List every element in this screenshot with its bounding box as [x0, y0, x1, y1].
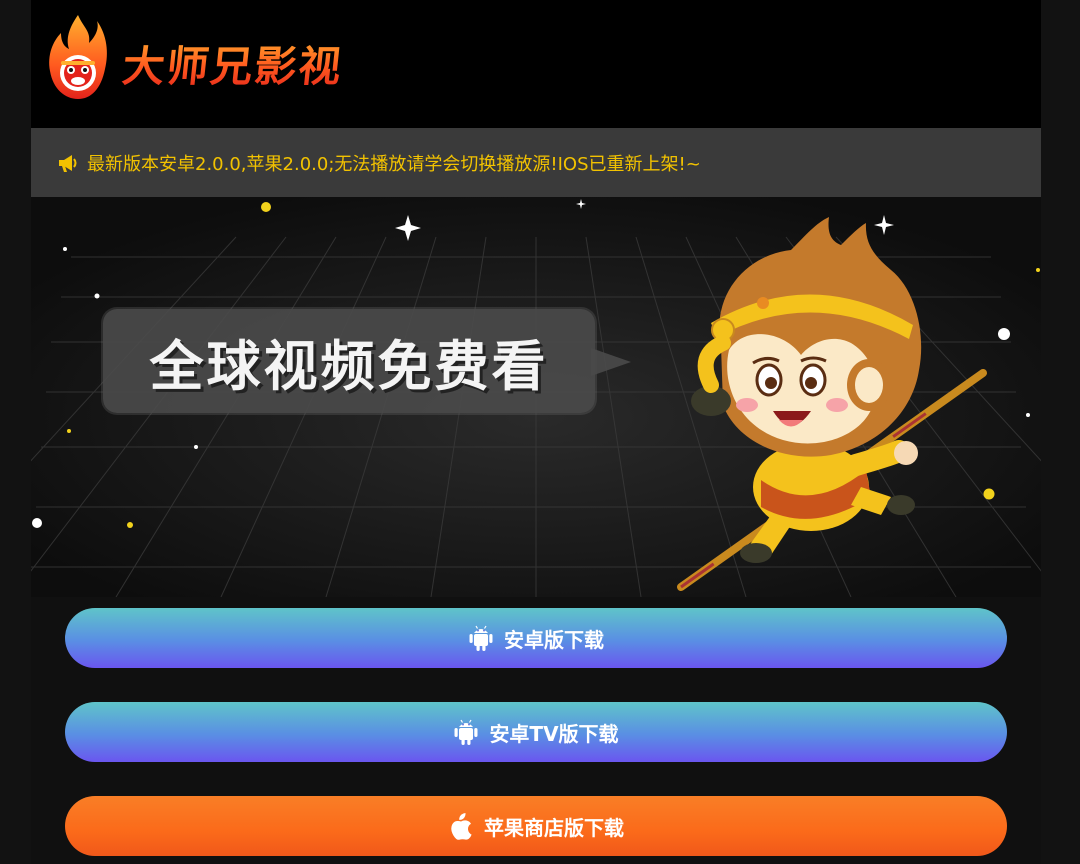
monkey-king-mascot-icon: [677, 217, 987, 591]
slogan-bubble-tail: [591, 348, 631, 376]
notice-text: 最新版本安卓2.0.0,苹果2.0.0;无法播放请学会切换播放源!IOS已重新上…: [87, 153, 701, 175]
android-icon: [469, 625, 493, 651]
logo[interactable]: 大师兄影视: [47, 8, 377, 108]
apple-icon: [451, 813, 472, 840]
brand-name: 大师兄影视: [120, 33, 346, 94]
android-download-label: 安卓版下载: [504, 627, 604, 652]
android-tv-download-label: 安卓TV版下载: [489, 721, 619, 746]
header: 大师兄影视: [31, 0, 1041, 128]
megaphone-icon: [59, 154, 77, 172]
android-tv-download-button[interactable]: 安卓TV版下载: [65, 702, 1007, 762]
hero-banner: 全球视频免费看: [31, 197, 1041, 597]
android-icon: [454, 719, 478, 745]
android-download-button[interactable]: 安卓版下载: [65, 608, 1007, 668]
slogan-text: 全球视频免费看: [149, 334, 549, 398]
notice-bar: 最新版本安卓2.0.0,苹果2.0.0;无法播放请学会切换播放源!IOS已重新上…: [31, 128, 1041, 197]
fire-monkey-logo-icon: [49, 15, 107, 99]
page: 大师兄影视 最新版本安卓2.0.0,苹果2.0.0;无法播放请学会切换播放源!I…: [0, 0, 1080, 864]
app-store-download-button[interactable]: 苹果商店版下载: [65, 796, 1007, 856]
app-store-download-label: 苹果商店版下载: [484, 815, 624, 840]
